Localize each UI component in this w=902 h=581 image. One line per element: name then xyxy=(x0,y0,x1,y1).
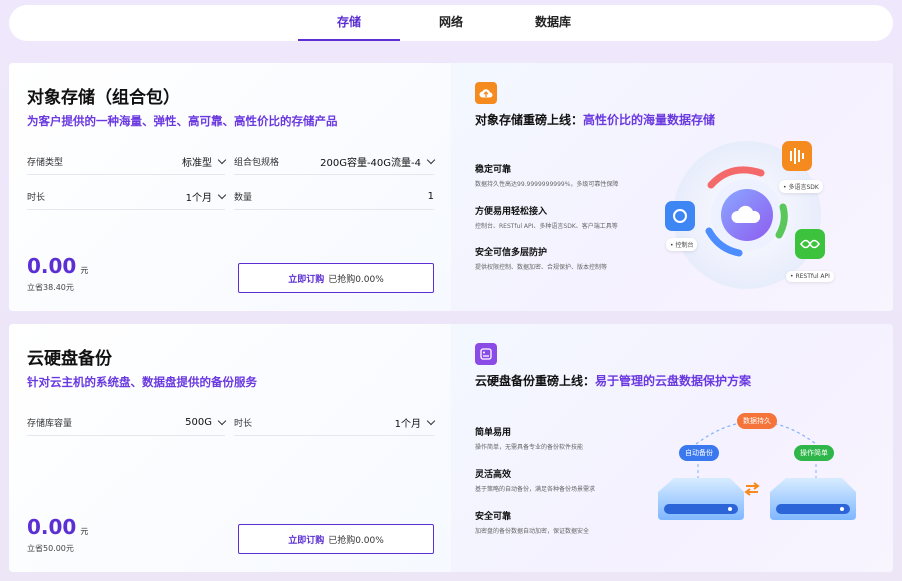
sold-percent: 已抢购0.00% xyxy=(328,274,384,285)
order-now-button[interactable]: 立即订购 已抢购0.00% xyxy=(238,263,434,293)
console-label: • 控制台 xyxy=(666,238,698,251)
data-persistence-tag: 数据持久 xyxy=(737,413,777,429)
order-label: 立即订购 xyxy=(288,274,325,285)
card-subtitle: 针对云主机的系统盘、数据盘提供的备份服务 xyxy=(27,375,257,389)
card-title: 云硬盘备份 xyxy=(27,349,112,369)
chevron-down-icon xyxy=(217,416,227,426)
feature-item: 灵活高效 基于策略的自动备份，满足各种备份场景需求 xyxy=(475,470,596,493)
disk-backup-promo: 云硬盘备份重磅上线：易于管理的云盘数据保护方案 简单易用 操作简单，无需具备专业的… xyxy=(451,324,893,572)
field-value: 标准型 xyxy=(182,158,212,169)
promo-title: 对象存储重磅上线：高性价比的海量数据存储 xyxy=(475,113,716,127)
api-label: • RESTful API xyxy=(786,271,834,282)
field-label: 时长 xyxy=(27,193,46,203)
field-label: 存储库容量 xyxy=(27,419,73,429)
chevron-down-icon xyxy=(426,155,436,165)
disk-backup-purchase-panel: 云硬盘备份 针对云主机的系统盘、数据盘提供的备份服务 存储库容量 500G 时长… xyxy=(9,324,451,572)
field-label: 数量 xyxy=(234,193,253,203)
card-subtitle: 为客户提供的一种海量、弹性、高可靠、高性价比的存储产品 xyxy=(27,114,338,128)
order-label: 立即订购 xyxy=(288,535,325,546)
object-storage-illustration xyxy=(665,141,825,289)
field-label: 组合包规格 xyxy=(234,158,280,168)
card-title: 对象存储（组合包） xyxy=(27,88,180,108)
tab-network[interactable]: 网络 xyxy=(400,5,502,41)
feature-item: 稳定可靠 数据持久性高达99.9999999999%，多级可靠性保障 xyxy=(475,165,619,188)
chevron-down-icon xyxy=(217,190,227,200)
easy-operation-tag: 操作简单 xyxy=(794,445,834,461)
feature-item: 安全可靠 加密盘的备份数据自动加密，保证数据安全 xyxy=(475,512,590,535)
duration-select[interactable]: 时长 1个月 xyxy=(234,410,436,436)
sold-percent: 已抢购0.00% xyxy=(328,535,384,546)
field-value: 1个月 xyxy=(185,193,212,204)
quantity-input[interactable]: 数量 1 xyxy=(234,184,434,210)
auto-backup-tag: 自动备份 xyxy=(679,445,719,461)
package-spec-select[interactable]: 组合包规格 200G容量-40G流量-4 xyxy=(234,149,436,175)
object-storage-promo: 对象存储重磅上线：高性价比的海量数据存储 稳定可靠 数据持久性高达99.99999… xyxy=(451,63,893,311)
duration-select[interactable]: 时长 1个月 xyxy=(27,184,227,210)
price: 0.00 元 xyxy=(27,254,89,278)
tab-database[interactable]: 数据库 xyxy=(502,5,604,41)
feature-item: 方便易用轻松接入 控制台、RESTful API、多种语言SDK、客户端工具等 xyxy=(475,207,618,230)
chevron-down-icon xyxy=(217,155,227,165)
feature-item: 安全可信多层防护 提供权限控制、数据加密、合规保护、版本控制等 xyxy=(475,248,608,271)
object-storage-card: 对象存储（组合包） 为客户提供的一种海量、弹性、高可靠、高性价比的存储产品 存储… xyxy=(9,63,893,311)
feature-item: 简单易用 操作简单，无需具备专业的备份软件技能 xyxy=(475,428,584,451)
disk-backup-card: 云硬盘备份 针对云主机的系统盘、数据盘提供的备份服务 存储库容量 500G 时长… xyxy=(9,324,893,572)
sdk-label: • 多语言SDK xyxy=(779,180,823,193)
chevron-down-icon xyxy=(426,416,436,426)
storage-type-select[interactable]: 存储类型 标准型 xyxy=(27,149,227,175)
repository-capacity-select[interactable]: 存储库容量 500G xyxy=(27,410,227,436)
field-value: 200G容量-40G流量-4 xyxy=(320,158,421,169)
saving-text: 立省50.00元 xyxy=(27,544,74,553)
object-storage-purchase-panel: 对象存储（组合包） 为客户提供的一种海量、弹性、高可靠、高性价比的存储产品 存储… xyxy=(9,63,451,311)
field-label: 时长 xyxy=(234,419,253,429)
saving-text: 立省38.40元 xyxy=(27,283,74,292)
tab-storage[interactable]: 存储 xyxy=(298,5,400,41)
disk-icon xyxy=(475,343,497,365)
product-tabs: 存储 网络 数据库 xyxy=(9,5,893,41)
order-now-button[interactable]: 立即订购 已抢购0.00% xyxy=(238,524,434,554)
field-value: 1个月 xyxy=(394,419,421,430)
field-value: 1 xyxy=(427,191,434,202)
field-value: 500G xyxy=(185,417,212,428)
price: 0.00 元 xyxy=(27,515,89,539)
promo-title: 云硬盘备份重磅上线：易于管理的云盘数据保护方案 xyxy=(475,374,752,388)
cloud-upload-icon xyxy=(475,82,497,104)
field-label: 存储类型 xyxy=(27,158,64,168)
